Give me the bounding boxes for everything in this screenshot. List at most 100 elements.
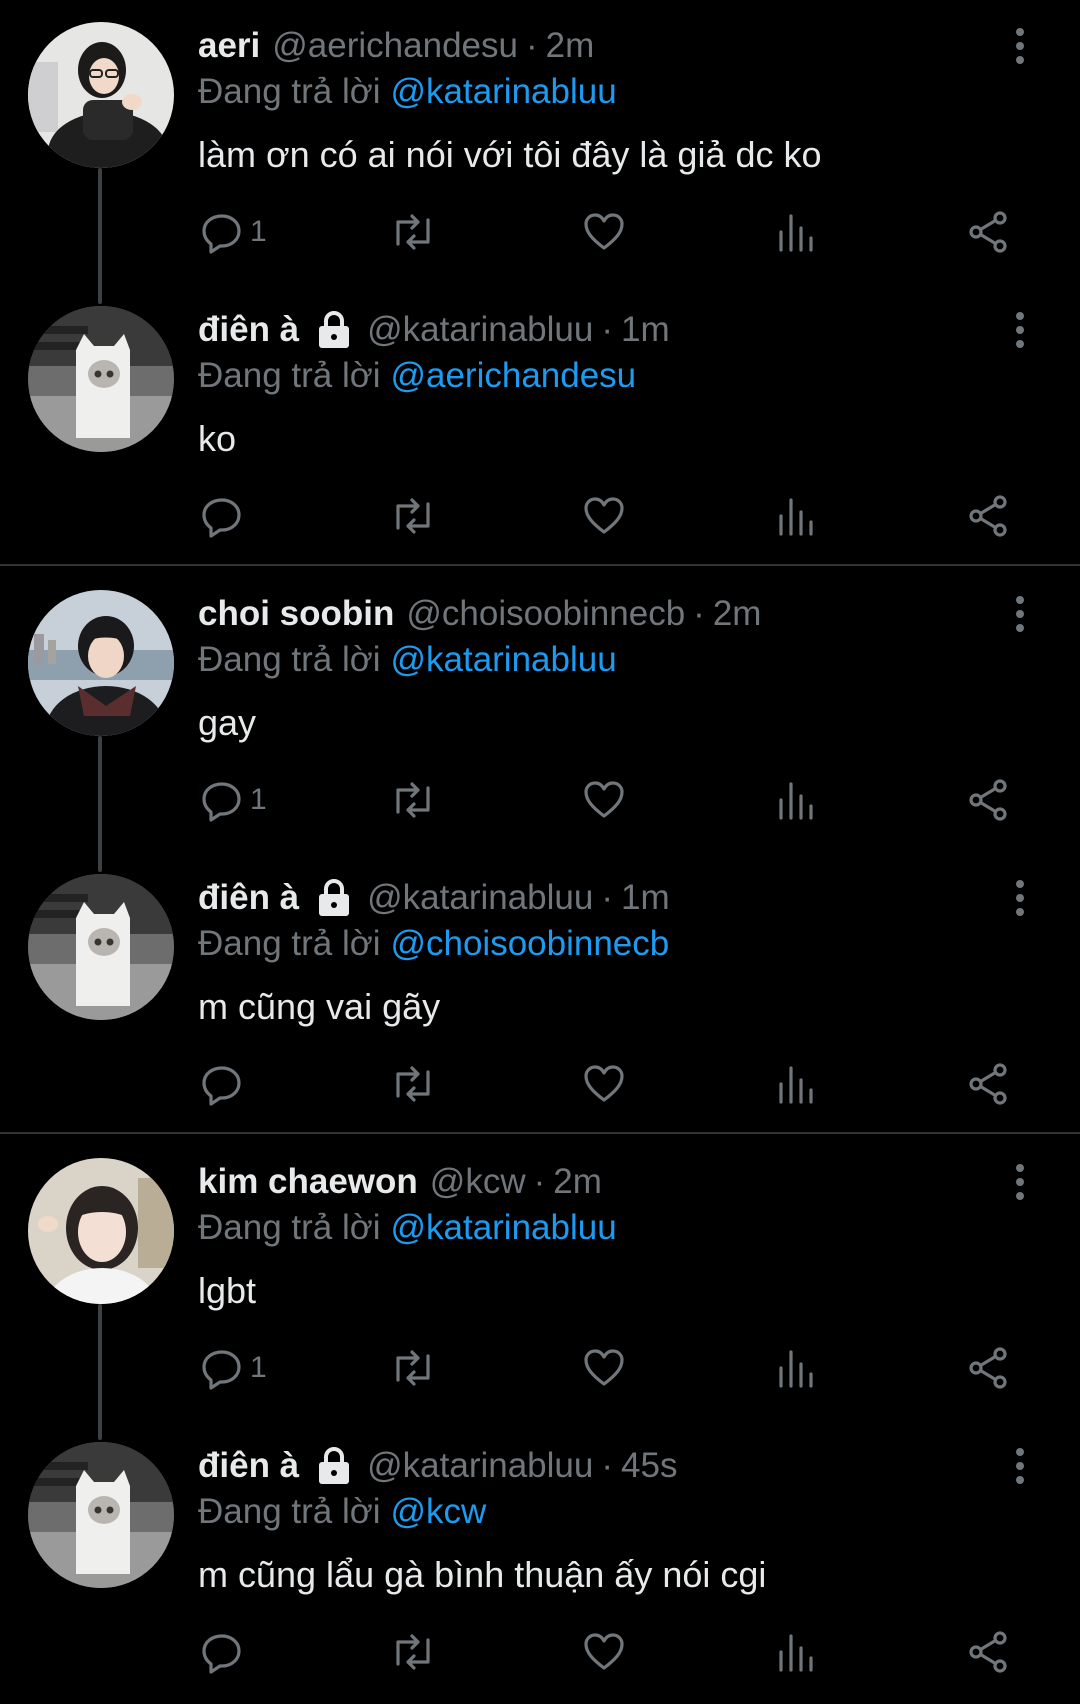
avatar[interactable] bbox=[28, 306, 174, 452]
avatar[interactable] bbox=[28, 22, 174, 168]
tweet[interactable]: kim chaewon @kcw · 2m Đang trả lời @katar… bbox=[0, 1136, 1080, 1440]
tweet[interactable]: aeri @aerichandesu · 2m Đang trả lời @kat… bbox=[0, 0, 1080, 304]
more-vertical-icon[interactable] bbox=[1000, 26, 1040, 70]
thread: aeri @aerichandesu · 2m Đang trả lời @kat… bbox=[0, 0, 1080, 568]
mention-link[interactable]: @aerichandesu bbox=[390, 356, 636, 395]
user-handle[interactable]: @katarinabluu bbox=[367, 308, 593, 352]
like-button[interactable] bbox=[582, 1628, 626, 1676]
tweet[interactable]: điên à @katarinabluu · 1m Đang trả lời @c… bbox=[0, 852, 1080, 1136]
retweet-icon bbox=[396, 498, 430, 534]
share-button[interactable] bbox=[966, 776, 1010, 824]
share-button[interactable] bbox=[966, 208, 1010, 256]
user-handle[interactable]: @katarinabluu bbox=[367, 876, 593, 920]
more-vertical-icon[interactable] bbox=[1000, 1162, 1040, 1206]
tweet-text: ko bbox=[198, 418, 237, 459]
heart-icon bbox=[584, 213, 624, 250]
reply-count: 1 bbox=[250, 215, 267, 248]
replying-to-label: Đang trả lời bbox=[198, 72, 381, 111]
avatar[interactable] bbox=[28, 1158, 174, 1304]
more-vertical-icon[interactable] bbox=[1000, 594, 1040, 638]
soobin-avatar bbox=[28, 590, 174, 736]
avatar[interactable] bbox=[28, 874, 174, 1020]
tweet[interactable]: điên à @katarinabluu · 45s Đang trả lời @… bbox=[0, 1420, 1080, 1704]
user-handle[interactable]: @choisoobinnecb bbox=[406, 592, 685, 636]
timestamp[interactable]: 2m bbox=[553, 1160, 602, 1204]
heart-icon bbox=[584, 781, 624, 818]
ghost-figure-avatar bbox=[28, 306, 174, 452]
views-button[interactable] bbox=[776, 1344, 816, 1392]
tweet-actions: 1 bbox=[0, 1344, 1080, 1392]
share-button[interactable] bbox=[966, 1628, 1010, 1676]
views-button[interactable] bbox=[776, 1060, 816, 1108]
reply-button[interactable]: 1 bbox=[200, 1344, 267, 1392]
like-button[interactable] bbox=[582, 1060, 626, 1108]
replying-to-label: Đang trả lời bbox=[198, 640, 381, 679]
tweet[interactable]: choi soobin @choisoobinnecb · 2m Đang tr… bbox=[0, 568, 1080, 872]
more-vertical-icon[interactable] bbox=[1000, 1446, 1040, 1490]
user-handle[interactable]: @aerichandesu bbox=[272, 24, 518, 68]
replying-to: Đang trả lời @katarinabluu bbox=[198, 638, 617, 682]
mention-link[interactable]: @choisoobinnecb bbox=[390, 924, 669, 963]
mention-link[interactable]: @katarinabluu bbox=[390, 1208, 616, 1247]
retweet-button[interactable] bbox=[388, 1060, 438, 1108]
thread: kim chaewon @kcw · 2m Đang trả lời @katar… bbox=[0, 1136, 1080, 1704]
user-handle[interactable]: @kcw bbox=[430, 1160, 526, 1204]
like-button[interactable] bbox=[582, 492, 626, 540]
like-button[interactable] bbox=[582, 1344, 626, 1392]
user-handle[interactable]: @katarinabluu bbox=[367, 1444, 593, 1488]
timestamp[interactable]: 2m bbox=[713, 592, 762, 636]
views-button[interactable] bbox=[776, 776, 816, 824]
views-button[interactable] bbox=[776, 492, 816, 540]
replying-to: Đang trả lời @katarinabluu bbox=[198, 1206, 617, 1250]
more-vertical-icon[interactable] bbox=[1000, 878, 1040, 922]
tweet-actions bbox=[0, 492, 1080, 540]
like-button[interactable] bbox=[582, 208, 626, 256]
timestamp[interactable]: 1m bbox=[621, 876, 670, 920]
views-icon bbox=[779, 214, 813, 252]
tweet-header: choi soobin @choisoobinnecb · 2m bbox=[198, 592, 761, 636]
reply-button[interactable] bbox=[200, 1060, 250, 1108]
views-icon bbox=[779, 1634, 813, 1672]
views-button[interactable] bbox=[776, 208, 816, 256]
share-button[interactable] bbox=[966, 1060, 1010, 1108]
retweet-button[interactable] bbox=[388, 776, 438, 824]
reply-button[interactable] bbox=[200, 1628, 250, 1676]
mention-link[interactable]: @kcw bbox=[390, 1492, 486, 1531]
reply-icon bbox=[202, 214, 241, 254]
separator-dot: · bbox=[533, 1162, 546, 1201]
retweet-icon bbox=[396, 782, 430, 818]
reply-button[interactable]: 1 bbox=[200, 776, 267, 824]
retweet-button[interactable] bbox=[388, 1628, 438, 1676]
mention-link[interactable]: @katarinabluu bbox=[390, 640, 616, 679]
retweet-button[interactable] bbox=[388, 492, 438, 540]
tweet-text: làm ơn có ai nói với tôi đây là giả dc k… bbox=[198, 134, 822, 175]
mention-link[interactable]: @katarinabluu bbox=[390, 72, 616, 111]
reply-button[interactable] bbox=[200, 492, 250, 540]
like-button[interactable] bbox=[582, 776, 626, 824]
retweet-button[interactable] bbox=[388, 208, 438, 256]
tweet-text: m cũng lẩu gà bình thuận ấy nói cgi bbox=[198, 1554, 767, 1595]
display-name[interactable]: điên à bbox=[198, 1444, 299, 1488]
tweet[interactable]: điên à @katarinabluu · 1m Đang trả lời @a… bbox=[0, 284, 1080, 568]
tweet-header: aeri @aerichandesu · 2m bbox=[198, 24, 594, 68]
reply-button[interactable]: 1 bbox=[200, 208, 267, 256]
share-icon bbox=[969, 1631, 1007, 1673]
replying-to: Đang trả lời @katarinabluu bbox=[198, 70, 617, 114]
display-name[interactable]: điên à bbox=[198, 876, 299, 920]
share-button[interactable] bbox=[966, 492, 1010, 540]
display-name[interactable]: kim chaewon bbox=[198, 1160, 418, 1204]
share-button[interactable] bbox=[966, 1344, 1010, 1392]
display-name[interactable]: aeri bbox=[198, 24, 260, 68]
more-vertical-icon[interactable] bbox=[1000, 310, 1040, 354]
tweet-actions: 1 bbox=[0, 776, 1080, 824]
views-button[interactable] bbox=[776, 1628, 816, 1676]
timestamp[interactable]: 2m bbox=[546, 24, 595, 68]
display-name[interactable]: choi soobin bbox=[198, 592, 394, 636]
avatar[interactable] bbox=[28, 590, 174, 736]
avatar[interactable] bbox=[28, 1442, 174, 1588]
timestamp[interactable]: 1m bbox=[621, 308, 670, 352]
display-name[interactable]: điên à bbox=[198, 308, 299, 352]
timestamp[interactable]: 45s bbox=[621, 1444, 677, 1488]
tweet-header: điên à @katarinabluu · 45s bbox=[198, 1444, 677, 1488]
retweet-button[interactable] bbox=[388, 1344, 438, 1392]
